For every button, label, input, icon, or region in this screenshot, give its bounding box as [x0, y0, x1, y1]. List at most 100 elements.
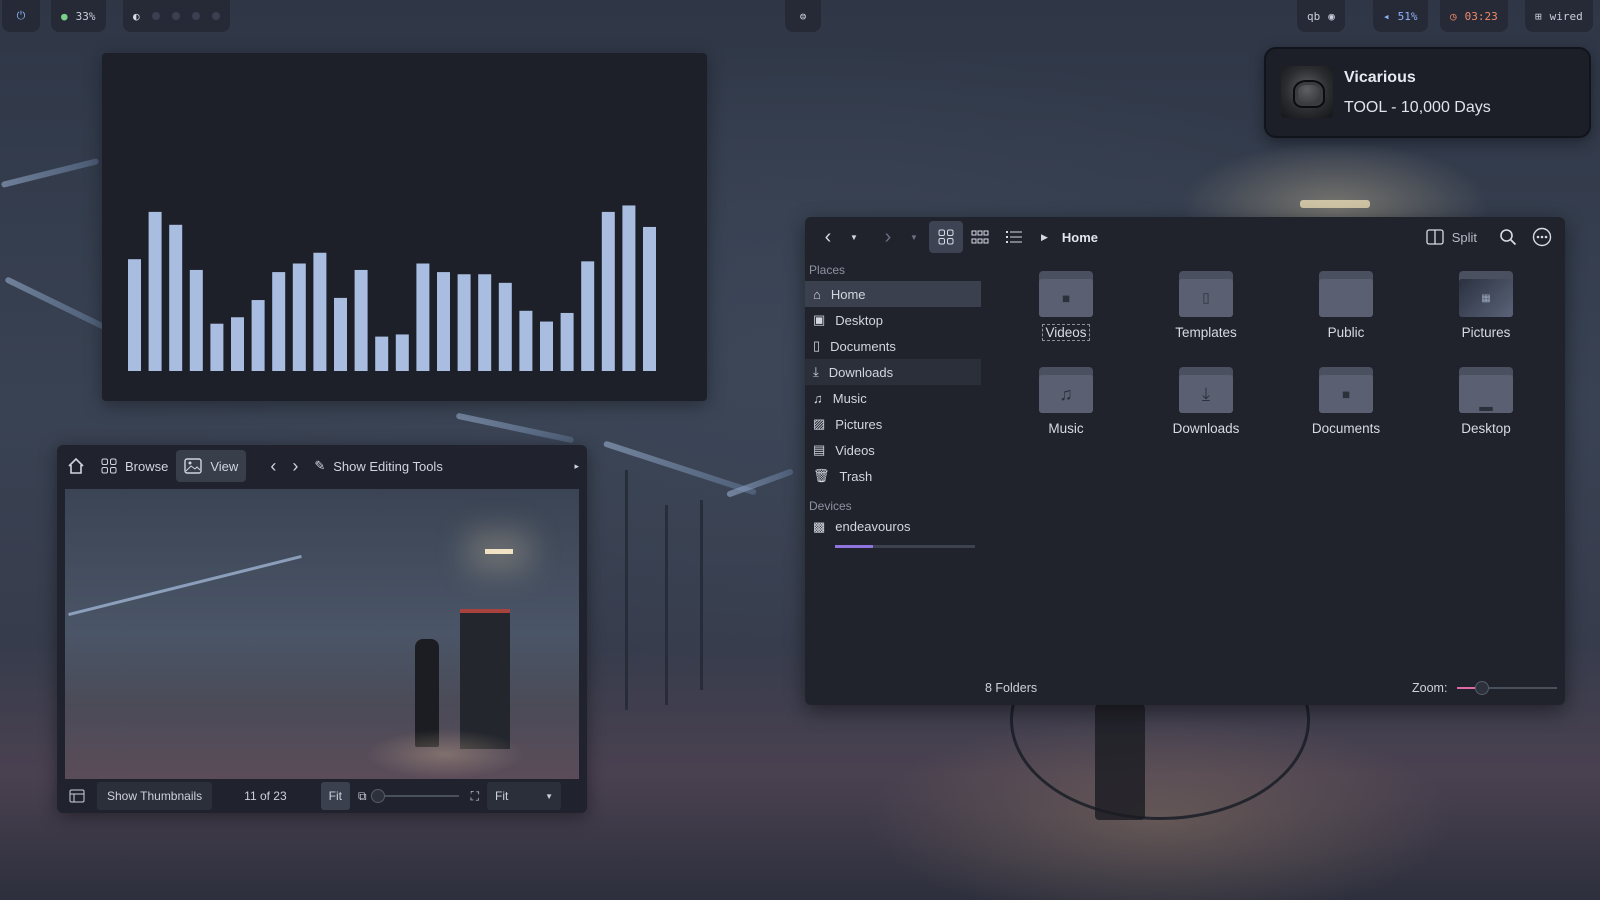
visualizer-bar	[416, 263, 430, 371]
zoom-select[interactable]: Fit ▼	[486, 782, 561, 810]
folder-label: Pictures	[1461, 325, 1511, 340]
folder-pictures[interactable]: ▦ Pictures	[1421, 269, 1551, 340]
trash-icon: 🗑	[813, 468, 830, 483]
icons-view-button[interactable]	[929, 221, 963, 253]
devices-header: Devices	[809, 499, 852, 513]
sidebar-item-documents[interactable]: ▯ Documents	[805, 333, 981, 359]
tray[interactable]: qb ◉	[1297, 0, 1345, 32]
browse-button[interactable]: Browse	[93, 450, 176, 482]
image-floor-glow	[365, 729, 525, 779]
sidebar-item-videos[interactable]: ▤ Videos	[805, 437, 981, 463]
image-icon: ▦	[1481, 292, 1491, 304]
back-button[interactable]: ‹	[811, 221, 845, 253]
home-button[interactable]	[59, 450, 93, 482]
workspaces[interactable]: ◐	[123, 0, 230, 32]
folder-downloads[interactable]: ⤓ Downloads	[1141, 365, 1271, 436]
zoom-slider[interactable]	[1457, 681, 1557, 695]
folder-videos[interactable]: ■ Videos	[1001, 269, 1131, 341]
breadcrumb[interactable]: Home	[1062, 230, 1098, 245]
workspace-active-icon[interactable]: ◐	[133, 10, 140, 23]
folder-icon: ⤓	[1179, 365, 1233, 413]
split-label[interactable]: Split	[1452, 230, 1477, 245]
network-indicator[interactable]: ⊞ wired	[1525, 0, 1593, 32]
workspace-dot[interactable]	[211, 12, 220, 20]
sidebar-item-label: Trash	[839, 468, 873, 484]
visualizer-bar	[437, 272, 450, 371]
overflow-arrow-icon[interactable]: ▸	[574, 461, 579, 472]
zoom-slider-handle[interactable]	[370, 789, 385, 803]
zoom-slider-handle[interactable]	[1475, 681, 1489, 695]
workspace-dot[interactable]	[171, 12, 180, 20]
visualizer-bar	[498, 282, 512, 371]
sidebar-item-pictures[interactable]: ▨ Pictures	[805, 411, 981, 437]
visualizer-bar	[457, 274, 471, 371]
show-editing-tools-button[interactable]: ✎ Show Editing Tools	[306, 450, 451, 482]
center-menu-button[interactable]: ⊜	[785, 0, 821, 32]
visualizer-bar	[128, 259, 141, 371]
sidebar-item-home[interactable]: ⌂ Home	[805, 281, 981, 307]
zoom-original-icon[interactable]: ⧉	[358, 789, 367, 804]
street-lamp	[455, 412, 575, 444]
visualizer-bar	[292, 263, 306, 371]
visualizer-bar	[231, 317, 244, 371]
visualizer-bar	[395, 334, 409, 371]
folder-icon: ▦	[1459, 269, 1513, 317]
previous-button[interactable]: ‹	[262, 450, 284, 482]
fit-button[interactable]: Fit	[320, 782, 350, 810]
next-button[interactable]: ›	[284, 450, 306, 482]
sidebar-toggle[interactable]	[61, 782, 93, 810]
show-thumbnails-button[interactable]: Show Thumbnails	[97, 782, 213, 810]
search-button[interactable]	[1491, 221, 1525, 253]
device-usage-bar	[835, 544, 975, 548]
viewer-statusbar: Show Thumbnails 11 of 23 Fit ⧉ ⛶ Fit ▼	[57, 779, 587, 813]
folder-public[interactable]: Public	[1281, 269, 1411, 340]
zoom-fit-icon[interactable]: ⛶	[471, 789, 479, 804]
sidebar-item-music[interactable]: ♫ Music	[805, 385, 981, 411]
sidebar-item-desktop[interactable]: ▣ Desktop	[805, 307, 981, 333]
clock[interactable]: ◷ 03:23	[1440, 0, 1508, 32]
sidebar-item-device[interactable]: ▩ endeavouros	[805, 517, 981, 549]
qbittorrent-icon[interactable]: qb	[1307, 10, 1320, 23]
cpu-indicator[interactable]: ● 33%	[51, 0, 106, 32]
folder-icon: ■	[1039, 269, 1093, 317]
visualizer-bar	[313, 252, 327, 371]
search-icon	[1500, 229, 1517, 246]
track-title: Vicarious	[1344, 69, 1416, 86]
visualizer-bar	[581, 261, 595, 371]
track-artist: TOOL - 10,000 Days	[1344, 99, 1491, 116]
sidebar-icon	[69, 789, 85, 803]
sidebar-item-downloads[interactable]: ⤓ Downloads	[805, 359, 981, 385]
file-manager-statusbar: 8 Folders Zoom:	[805, 671, 1565, 705]
split-button[interactable]	[1418, 221, 1452, 253]
image-counter-text: 11 of 23	[244, 789, 287, 803]
breadcrumb-arrow-icon[interactable]: ▶	[1041, 232, 1048, 243]
sidebar-item-label: Desktop	[835, 312, 883, 328]
cpu-icon: ●	[61, 9, 68, 23]
view-button[interactable]: View	[176, 450, 247, 482]
menu-button[interactable]	[1525, 221, 1559, 253]
image-lamp	[485, 549, 513, 554]
sidebar-item-label: endeavouros	[835, 519, 911, 534]
details-view-button[interactable]	[997, 221, 1031, 253]
template-icon: ▯	[1202, 290, 1210, 305]
steam-icon[interactable]: ◉	[1328, 10, 1335, 23]
sidebar-item-trash[interactable]: 🗑 Trash	[805, 463, 981, 489]
power-button[interactable]: ⏻	[2, 0, 40, 32]
volume-indicator[interactable]: ◂ 51%	[1373, 0, 1428, 32]
forward-history-button[interactable]: ▼	[905, 221, 923, 253]
list-icon	[1006, 231, 1022, 243]
folder-music[interactable]: ♫ Music	[1001, 365, 1131, 436]
folder-templates[interactable]: ▯ Templates	[1141, 269, 1271, 340]
workspace-dot[interactable]	[151, 12, 160, 20]
folder-desktop[interactable]: ▬ Desktop	[1421, 365, 1551, 436]
compact-view-button[interactable]	[963, 221, 997, 253]
video-icon: ▤	[813, 442, 826, 457]
zoom-slider[interactable]	[370, 789, 459, 803]
desktop-icon: ▬	[1479, 398, 1493, 414]
folder-documents[interactable]: ■ Documents	[1281, 365, 1411, 436]
back-history-button[interactable]: ▼	[845, 221, 863, 253]
visualizer-bar	[251, 300, 265, 371]
workspace-dot[interactable]	[191, 12, 200, 20]
visualizer-bar	[272, 272, 286, 371]
forward-button[interactable]: ›	[871, 221, 905, 253]
